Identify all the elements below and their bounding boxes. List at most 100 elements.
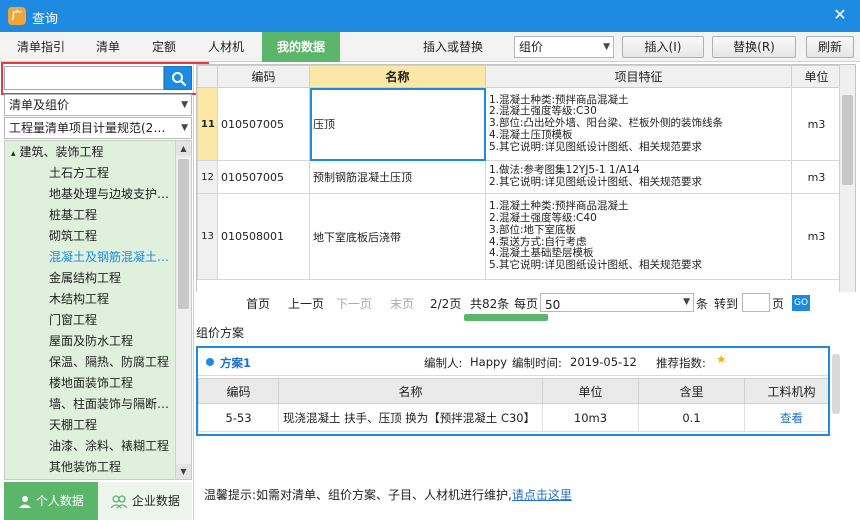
table-row[interactable]: 12 010507005 预制钢筋混凝土压顶 1.做法:参考图集12YJ5-1 …	[197, 160, 842, 194]
tree-scrollbar[interactable]: ▲ ▼	[175, 141, 191, 479]
enterprise-data-tab[interactable]: 企业数据	[98, 482, 192, 520]
tree-item[interactable]: 金属结构工程	[49, 268, 121, 289]
pager: 首页 上一页 下一页 末页 2/2页 共82条 每页 50 ▼ 条 转到 页 G…	[196, 292, 856, 314]
feature-line: 2.其它说明:详见图纸设计图纸、相关规范要求	[489, 176, 703, 188]
goto-page-input[interactable]	[742, 293, 770, 312]
replace-button[interactable]: 替换(R)	[712, 36, 796, 58]
tree-item[interactable]: 楼地面装饰工程	[49, 373, 133, 394]
scheme-code-header: 编码	[198, 378, 279, 404]
features-cell[interactable]: 1.做法:参考图集12YJ5-1 1/A14 2.其它说明:详见图纸设计图纸、相…	[485, 160, 792, 194]
unit-cell[interactable]: m3	[791, 87, 842, 161]
refresh-button[interactable]: 刷新	[806, 36, 854, 58]
tree-item[interactable]: 墙、柱面装饰与隔断…	[49, 394, 175, 415]
tab-quota[interactable]: 定额	[142, 32, 186, 62]
tab-list[interactable]: 清单	[86, 32, 130, 62]
unit-cell[interactable]: m3	[791, 193, 842, 280]
last-page-link[interactable]: 末页	[390, 295, 414, 312]
scheme-name-header: 名称	[278, 378, 543, 404]
bill-table: 编码 名称 项目特征 单位 11 010507005 压顶 1.混凝土种类:预拌…	[197, 65, 842, 280]
features-cell[interactable]: 1.混凝土种类:预拌商品混凝土 2.混凝土强度等级:C30 3.部位:凸出砼外墙…	[485, 87, 792, 161]
go-button[interactable]: GO	[792, 295, 810, 311]
tab-labor-material-machine[interactable]: 人材机	[198, 32, 254, 62]
tree-item[interactable]: 油漆、涂料、裱糊工程	[49, 436, 175, 457]
mode-select[interactable]: 组价 ▼	[514, 36, 614, 58]
tree-item[interactable]: 砌筑工程	[49, 226, 97, 247]
maintenance-link[interactable]: 请点击这里	[512, 488, 572, 502]
name-cell[interactable]: 预制钢筋混凝土压顶	[309, 160, 486, 194]
tree-item[interactable]: 屋面及防水工程	[49, 331, 133, 352]
scroll-thumb[interactable]	[178, 159, 189, 309]
per-page-label: 每页	[514, 297, 539, 311]
table-row[interactable]: 5-53 现浇混凝土 扶手、压顶 换为【预拌混凝土 C30】 10m3 0.1 …	[198, 403, 828, 432]
prev-page-link[interactable]: 上一页	[288, 295, 324, 312]
date-label: 编制时间:	[512, 356, 562, 370]
star-icon: ★	[716, 352, 727, 366]
features-header: 项目特征	[485, 65, 792, 88]
page-indicator: 2/2页	[430, 297, 462, 311]
tree-item[interactable]: 门窗工程	[49, 310, 97, 331]
chevron-down-icon: ▼	[683, 297, 690, 307]
chevron-down-icon: ▼	[181, 100, 188, 110]
chevron-down-icon: ▼	[181, 123, 188, 133]
scheme-qty-header: 含里	[638, 378, 745, 404]
scheme-code-cell: 5-53	[198, 403, 279, 432]
row-number: 13	[197, 193, 218, 280]
collapse-icon[interactable]: ▴	[11, 149, 16, 159]
panel-splitter[interactable]	[464, 314, 548, 321]
rule-select[interactable]: 工程量清单项目计量规范(2… ▼	[4, 117, 192, 139]
left-panel: 清单及组价 ▼ 工程量清单项目计量规范(2… ▼ ▴ 建筑、装饰工程 土石方工程 …	[0, 62, 209, 520]
feature-line: 4.混凝土压顶模板	[489, 128, 573, 141]
tree-item[interactable]: 地基处理与边坡支护…	[49, 184, 175, 205]
close-icon[interactable]: ✕	[830, 6, 850, 24]
category-select[interactable]: 清单及组价 ▼	[4, 94, 192, 116]
title-bar: 广 查询 ✕	[0, 0, 860, 32]
tree-item[interactable]: 天棚工程	[49, 415, 97, 436]
tab-my-data[interactable]: 我的数据	[262, 32, 340, 62]
tree-item[interactable]: 木结构工程	[49, 289, 109, 310]
first-page-link[interactable]: 首页	[246, 295, 270, 312]
insert-button[interactable]: 插入(I)	[622, 36, 704, 58]
tree-item[interactable]: 保温、隔热、防腐工程	[49, 352, 175, 373]
scroll-thumb[interactable]	[842, 95, 853, 185]
rating-label: 推荐指数:	[656, 356, 706, 370]
tree-item-selected[interactable]: 混凝土及钢筋混凝土…	[49, 247, 175, 268]
name-cell[interactable]: 压顶	[309, 87, 486, 161]
tree-item[interactable]: 其他装饰工程	[49, 457, 121, 478]
name-header: 名称	[309, 65, 486, 88]
author-value: Happy	[470, 355, 508, 369]
scheme-name-cell: 现浇混凝土 扶手、压顶 换为【预拌混凝土 C30】	[278, 403, 543, 432]
view-link[interactable]: 查看	[780, 411, 803, 425]
tree-root[interactable]: ▴ 建筑、装饰工程	[11, 142, 104, 163]
grid-scrollbar[interactable]	[839, 65, 855, 293]
row-number-header	[197, 65, 218, 88]
date-value: 2019-05-12	[570, 355, 637, 369]
goto-label: 转到	[714, 297, 739, 311]
scroll-down-icon[interactable]: ▼	[176, 464, 191, 479]
search-icon	[172, 72, 187, 87]
search-button[interactable]	[164, 66, 192, 90]
features-cell[interactable]: 1.混凝土种类:预拌商品混凝土 2.混凝土强度等级:C40 3.部位:地下室底板…	[485, 193, 792, 280]
next-page-link[interactable]: 下一页	[336, 295, 372, 312]
code-cell[interactable]: 010507005	[217, 87, 310, 161]
code-cell[interactable]: 010507005	[217, 160, 310, 194]
pricing-scheme-panel: 方案1 编制人: Happy 编制时间: 2019-05-12 推荐指数: ★ …	[196, 346, 830, 436]
tree-item[interactable]: 土石方工程	[49, 163, 109, 184]
scheme-scrollbar[interactable]	[832, 354, 840, 414]
scroll-up-icon[interactable]: ▲	[176, 141, 191, 156]
table-row[interactable]: 13 010508001 地下室底板后浇带 1.混凝土种类:预拌商品混凝土 2.…	[197, 193, 842, 280]
code-cell[interactable]: 010508001	[217, 193, 310, 280]
table-row[interactable]: 11 010507005 压顶 1.混凝土种类:预拌商品混凝土 2.混凝土强度等…	[197, 87, 842, 161]
per-page-select[interactable]: 50 ▼	[540, 293, 694, 312]
name-cell[interactable]: 地下室底板后浇带	[309, 193, 486, 280]
tab-list-guide[interactable]: 清单指引	[8, 32, 74, 62]
personal-data-tab[interactable]: 个人数据	[4, 482, 98, 520]
feature-line: 5.其它说明:详见图纸设计图纸、相关规范要求	[489, 258, 703, 271]
group-icon	[110, 494, 128, 508]
bullet-icon	[206, 358, 214, 366]
rule-select-value: 工程量清单项目计量规范(2…	[9, 121, 166, 135]
feature-line: 5.其它说明:详见图纸设计图纸、相关规范要求	[489, 140, 703, 153]
tree-root-label: 建筑、装饰工程	[19, 145, 104, 159]
tree-item[interactable]: 桩基工程	[49, 205, 97, 226]
search-input[interactable]	[5, 67, 163, 89]
unit-cell[interactable]: m3	[791, 160, 842, 194]
